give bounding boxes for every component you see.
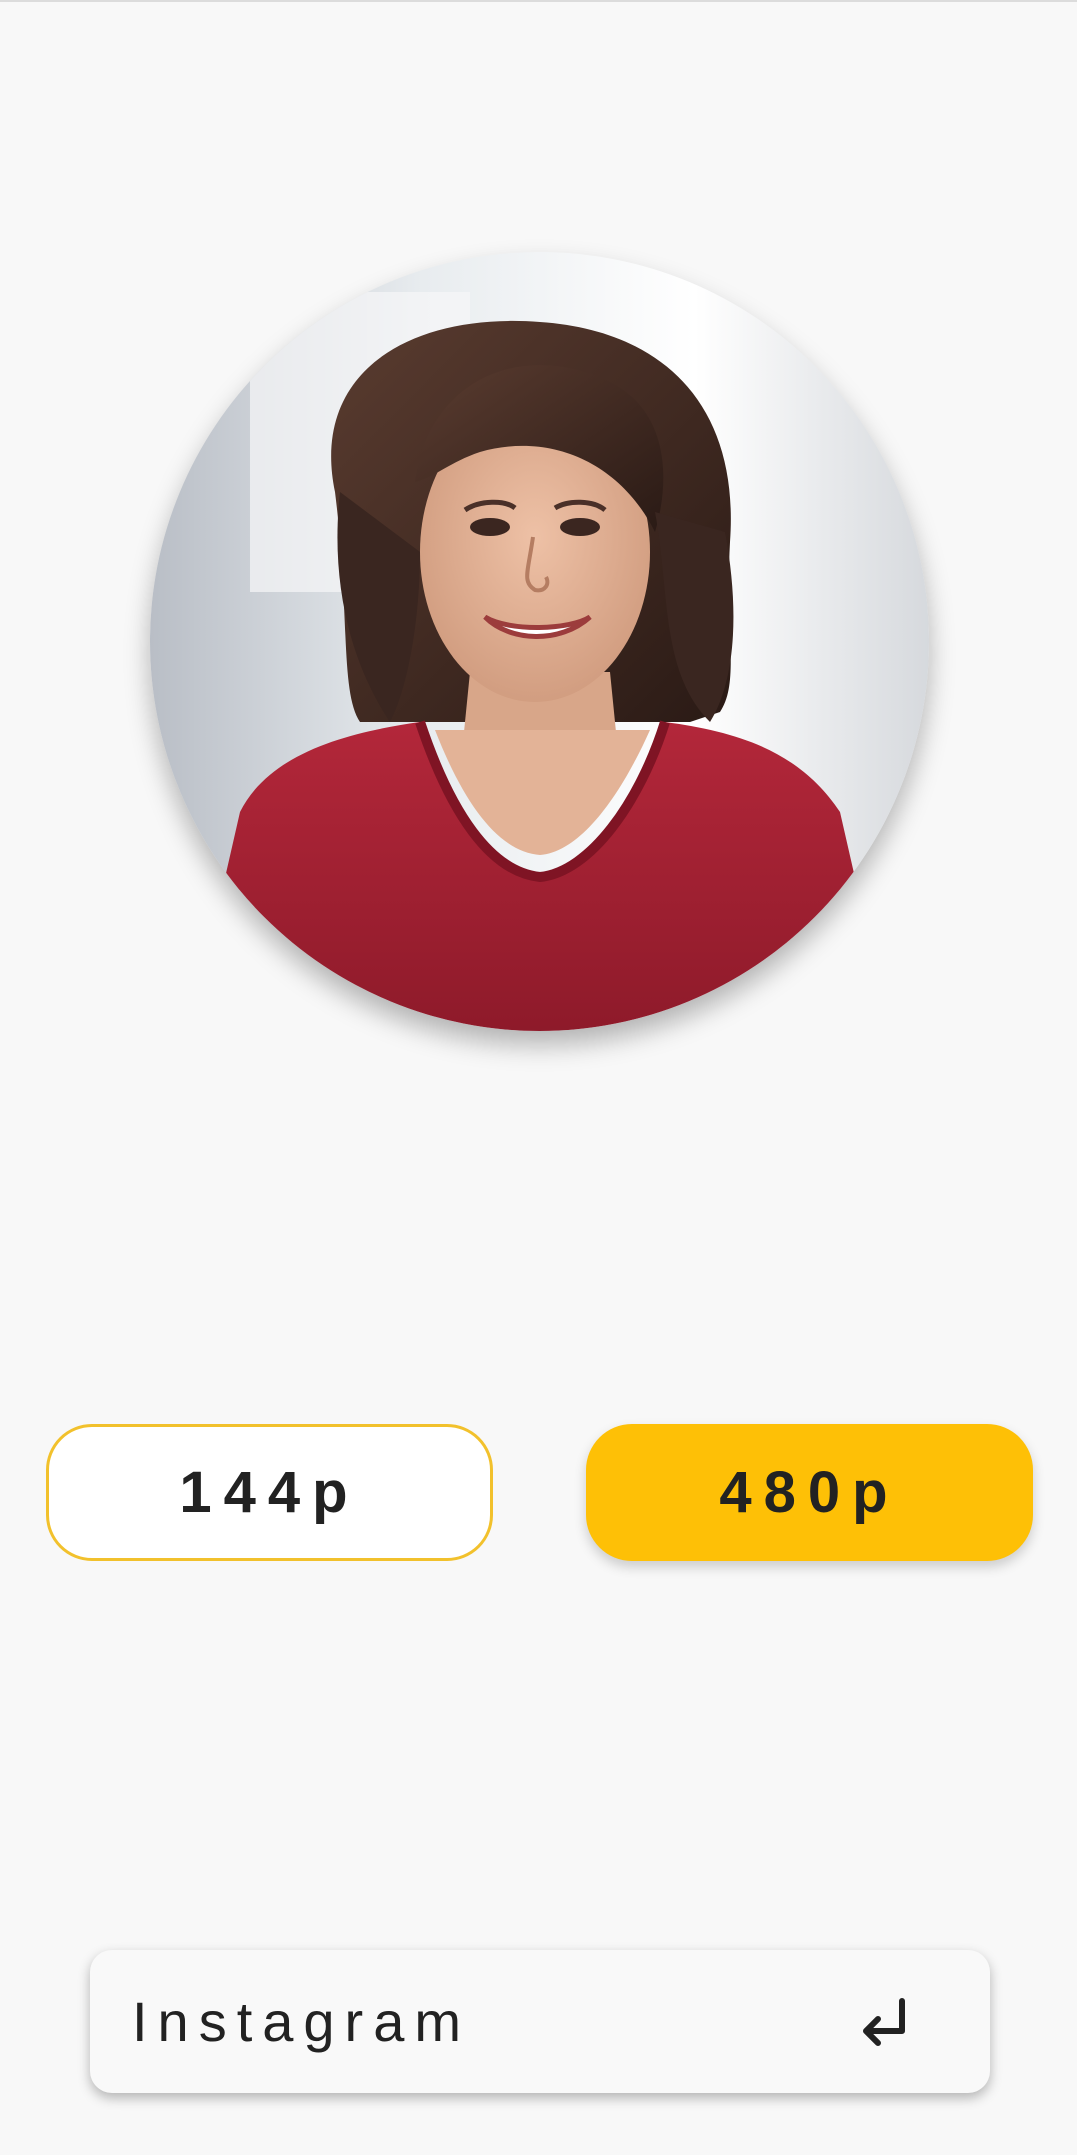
quality-144p-button[interactable]: 144p — [46, 1424, 493, 1561]
quality-480p-button[interactable]: 480p — [586, 1424, 1033, 1561]
url-input-field[interactable]: Instagram — [90, 1950, 990, 2093]
profile-photo — [150, 252, 929, 1031]
profile-photo-illustration — [150, 252, 929, 1031]
enter-return-icon[interactable] — [850, 1987, 920, 2057]
status-divider — [0, 0, 1077, 2]
url-input-value[interactable]: Instagram — [132, 1989, 850, 2054]
